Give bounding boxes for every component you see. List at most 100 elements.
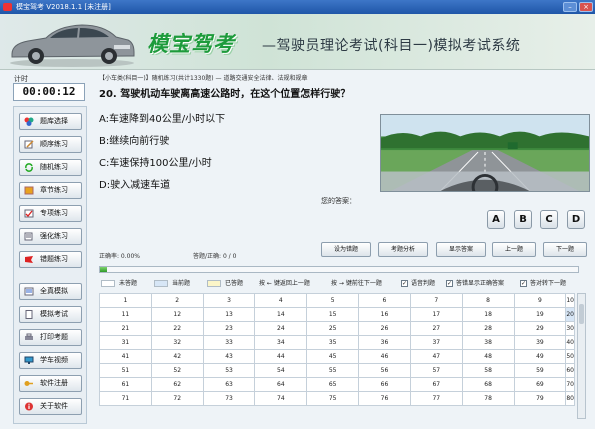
question-cell[interactable]: 63 [202,377,256,392]
question-cell[interactable]: 3 [202,293,256,308]
option-c[interactable]: C:车速保持100公里/小时 [99,154,212,169]
sidebar-item-random[interactable]: 随机练习 [19,159,82,176]
question-cell[interactable]: 62 [150,377,204,392]
question-cell[interactable]: 71 [99,391,152,406]
sidebar-item-special[interactable]: 专项练习 [19,205,82,222]
question-cell[interactable]: 33 [202,335,256,350]
auto-next-checkbox[interactable]: ✓ [520,280,527,287]
close-icon[interactable]: × [579,2,593,12]
question-cell[interactable]: 43 [202,349,256,364]
question-cell[interactable]: 56 [358,363,411,378]
prev-button[interactable]: 上一题 [492,242,536,257]
option-d[interactable]: D:驶入减速车道 [99,176,170,191]
question-cell[interactable]: 22 [150,321,204,336]
question-cell[interactable]: 27 [409,321,463,336]
answer-c-button[interactable]: C [540,210,558,229]
question-cell[interactable]: 75 [306,391,360,406]
question-cell[interactable]: 72 [150,391,204,406]
question-cell[interactable]: 19 [513,307,567,322]
question-cell[interactable]: 61 [99,377,152,392]
question-cell[interactable]: 16 [358,307,411,322]
sidebar-item-register[interactable]: 软件注册 [19,375,82,392]
question-cell[interactable]: 12 [150,307,204,322]
minimize-icon[interactable]: – [563,2,577,12]
sidebar-item-video[interactable]: 学车视频 [19,352,82,369]
question-cell[interactable]: 29 [513,321,567,336]
question-cell[interactable]: 4 [254,293,308,308]
question-cell[interactable]: 77 [409,391,463,406]
question-cell[interactable]: 34 [254,335,308,350]
question-cell[interactable]: 58 [461,363,515,378]
question-cell[interactable]: 30 [565,321,575,336]
question-cell[interactable]: 47 [409,349,463,364]
question-cell[interactable]: 28 [461,321,515,336]
answer-b-button[interactable]: B [514,210,532,229]
question-cell[interactable]: 73 [202,391,256,406]
sidebar-item-question-bank[interactable]: 题库选择 [19,113,82,130]
question-cell[interactable]: 11 [99,307,152,322]
question-cell[interactable]: 37 [409,335,463,350]
question-cell[interactable]: 76 [358,391,411,406]
grid-scrollbar[interactable] [577,293,586,419]
question-cell[interactable]: 38 [461,335,515,350]
question-cell[interactable]: 50 [565,349,575,364]
question-cell[interactable]: 32 [150,335,204,350]
voice-checkbox[interactable]: ✓ [401,280,408,287]
question-cell[interactable]: 49 [513,349,567,364]
question-cell[interactable]: 7 [409,293,463,308]
question-cell[interactable]: 57 [409,363,463,378]
question-cell[interactable]: 1 [99,293,152,308]
question-cell[interactable]: 41 [99,349,152,364]
question-cell[interactable]: 60 [565,363,575,378]
mark-wrong-button[interactable]: 设为错题 [321,242,371,257]
question-cell[interactable]: 18 [461,307,515,322]
question-cell[interactable]: 5 [306,293,360,308]
sidebar-item-mock-exam[interactable]: 模拟考试 [19,306,82,323]
question-cell[interactable]: 13 [202,307,256,322]
question-cell[interactable]: 6 [358,293,411,308]
question-cell[interactable]: 54 [254,363,308,378]
sidebar-item-print[interactable]: 打印考题 [19,329,82,346]
sidebar-item-intensive[interactable]: 强化练习 [19,228,82,245]
question-cell[interactable]: 25 [306,321,360,336]
question-cell[interactable]: 48 [461,349,515,364]
question-cell[interactable]: 40 [565,335,575,350]
question-cell[interactable]: 51 [99,363,152,378]
question-cell[interactable]: 35 [306,335,360,350]
question-cell[interactable]: 26 [358,321,411,336]
option-b[interactable]: B:继续向前行驶 [99,132,169,147]
question-cell[interactable]: 65 [306,377,360,392]
question-cell[interactable]: 31 [99,335,152,350]
question-cell[interactable]: 80 [565,391,575,406]
question-cell[interactable]: 69 [513,377,567,392]
sidebar-item-chapter[interactable]: 章节练习 [19,182,82,199]
question-cell[interactable]: 21 [99,321,152,336]
question-cell[interactable]: 46 [358,349,411,364]
sidebar-item-sequential[interactable]: 顺序练习 [19,136,82,153]
question-cell[interactable]: 23 [202,321,256,336]
question-cell[interactable]: 79 [513,391,567,406]
question-cell[interactable]: 2 [150,293,204,308]
question-cell[interactable]: 67 [409,377,463,392]
question-cell[interactable]: 52 [150,363,204,378]
question-cell[interactable]: 78 [461,391,515,406]
question-cell[interactable]: 42 [150,349,204,364]
sidebar-item-full-simulation[interactable]: 全真模拟 [19,283,82,300]
show-correct-checkbox[interactable]: ✓ [446,280,453,287]
sidebar-item-about[interactable]: 关于软件 [19,398,82,415]
sidebar-item-wrong-questions[interactable]: 错题练习 [19,251,82,268]
question-cell[interactable]: 74 [254,391,308,406]
answer-d-button[interactable]: D [567,210,585,229]
question-cell[interactable]: 36 [358,335,411,350]
question-cell[interactable]: 55 [306,363,360,378]
option-a[interactable]: A:车速降到40公里/小时以下 [99,110,225,125]
question-cell[interactable]: 14 [254,307,308,322]
question-cell[interactable]: 66 [358,377,411,392]
next-button[interactable]: 下一题 [543,242,587,257]
question-cell[interactable]: 20 [565,307,575,322]
question-cell[interactable]: 68 [461,377,515,392]
scrollbar-thumb[interactable] [579,304,584,324]
question-cell[interactable]: 39 [513,335,567,350]
answer-a-button[interactable]: A [487,210,505,229]
question-cell[interactable]: 17 [409,307,463,322]
